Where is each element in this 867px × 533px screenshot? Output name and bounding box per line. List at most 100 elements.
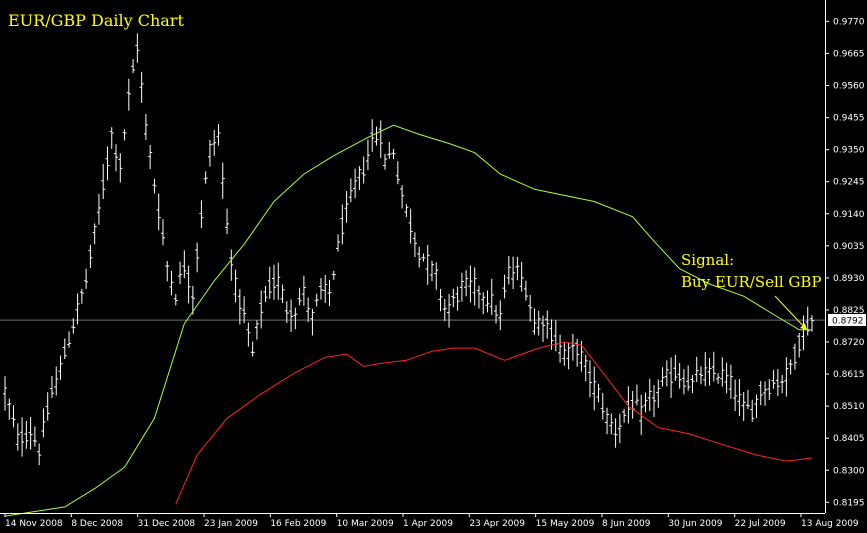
ohlc-bar <box>254 320 259 340</box>
ohlc-bar <box>207 139 212 167</box>
ohlc-bar <box>656 379 661 408</box>
ohlc-bar <box>792 343 797 370</box>
ohlc-bar <box>118 153 123 183</box>
ohlc-bar <box>575 338 580 367</box>
ohlc-bar <box>387 141 392 159</box>
ohlc-bar <box>698 366 703 385</box>
ohlc-bar <box>583 354 588 382</box>
ohlc-bar <box>754 394 759 419</box>
ohlc-bar <box>250 341 255 357</box>
ohlc-bar <box>801 315 806 351</box>
ohlc-bar <box>7 398 12 420</box>
x-tick-label: 30 Jun 2009 <box>668 519 722 529</box>
ohlc-bar <box>464 270 469 297</box>
ohlc-bar <box>216 123 221 146</box>
ohlc-bar <box>173 294 178 306</box>
ohlc-bar <box>178 261 183 285</box>
ohlc-bar <box>15 423 20 451</box>
ohlc-bar <box>609 413 614 435</box>
ohlc-bar <box>724 362 729 394</box>
ohlc-bar <box>139 71 144 103</box>
ohlc-bar <box>361 156 366 184</box>
ohlc-bar <box>336 234 341 252</box>
ohlc-bar <box>182 250 187 279</box>
ohlc-bar <box>92 223 97 245</box>
ohlc-bar <box>523 280 528 301</box>
ohlc-bar <box>348 178 353 203</box>
ohlc-bar <box>592 366 597 411</box>
ohlc-bar <box>148 145 153 170</box>
ohlc-bar <box>289 299 294 332</box>
moving-average-long <box>4 124 812 517</box>
ohlc-bar <box>62 338 67 360</box>
y-tick-label: 0.9560 <box>833 82 865 92</box>
ohlc-bar <box>233 269 238 303</box>
ohlc-bar <box>225 208 230 235</box>
signal-annotation-line2: Buy EUR/Sell GBP <box>681 273 821 291</box>
ohlc-bar <box>797 332 802 358</box>
ohlc-bar <box>652 385 657 418</box>
ohlc-bar <box>421 253 426 262</box>
ohlc-bar <box>498 300 503 331</box>
ohlc-bar <box>481 292 486 315</box>
ohlc-bar <box>220 162 225 199</box>
ohlc-bar <box>374 126 379 146</box>
ohlc-bar <box>109 127 114 149</box>
y-tick-label: 0.9770 <box>833 17 865 27</box>
ohlc-bar <box>664 360 669 387</box>
ohlc-bar <box>681 369 686 395</box>
ohlc-bar <box>459 272 464 302</box>
ohlc-bar <box>24 420 29 449</box>
ohlc-bar <box>455 286 460 311</box>
x-tick-label: 8 Dec 2008 <box>71 519 123 529</box>
ohlc-bar <box>690 374 695 394</box>
y-tick-label: 0.8720 <box>833 338 865 348</box>
ohlc-bar <box>131 58 136 74</box>
ohlc-bar <box>135 33 140 63</box>
ohlc-bar <box>489 278 494 315</box>
ohlc-bar <box>643 392 648 413</box>
ohlc-bar <box>711 351 716 382</box>
ohlc-bar <box>788 359 793 375</box>
x-tick-label: 23 Jan 2009 <box>204 519 258 529</box>
ohlc-bar <box>686 365 691 391</box>
ohlc-bar <box>203 171 208 184</box>
ohlc-bar <box>438 288 443 312</box>
x-tick-label: 10 Mar 2009 <box>337 519 394 529</box>
ohlc-bar <box>318 277 323 300</box>
x-tick-label: 23 Apr 2009 <box>469 519 525 529</box>
ohlc-bar <box>101 164 106 200</box>
ohlc-bar <box>79 288 84 304</box>
y-tick-label: 0.9665 <box>833 49 865 59</box>
ohlc-bar <box>784 357 789 397</box>
ohlc-bar <box>434 262 439 290</box>
y-tick-label: 0.9140 <box>833 210 865 220</box>
chart-container: 0.9770 0.9665 0.9560 0.9455 0.9350 0.9245 0.91… <box>0 0 867 533</box>
ohlc-bar <box>476 285 481 309</box>
ohlc-bar <box>11 405 16 428</box>
ohlc-bar <box>763 381 768 406</box>
ohlc-bar <box>502 274 507 299</box>
ohlc-bar <box>122 129 127 141</box>
ohlc-bar <box>447 293 452 328</box>
ohlc-bar <box>519 261 524 292</box>
ohlc-bar <box>758 381 763 406</box>
ohlc-bar <box>84 268 89 289</box>
moving-average-short <box>175 341 813 505</box>
ohlc-bar <box>716 373 721 384</box>
y-tick-label: 0.9455 <box>833 114 865 124</box>
ohlc-bar <box>660 367 665 387</box>
y-tick-label: 0.8405 <box>833 434 865 444</box>
ohlc-bar <box>720 357 725 387</box>
ohlc-bar <box>617 413 622 444</box>
ohlc-bar <box>45 392 50 421</box>
ohlc-bar <box>395 161 400 185</box>
x-tick-label: 15 May 2009 <box>536 519 595 529</box>
ohlc-bar <box>169 270 174 296</box>
ohlc-bar <box>771 369 776 389</box>
x-tick-label: 13 Aug 2009 <box>801 519 859 529</box>
ohlc-bar <box>152 178 157 194</box>
ohlc-bar <box>400 185 405 209</box>
ohlc-bar <box>634 384 639 406</box>
ohlc-bar <box>58 355 63 380</box>
